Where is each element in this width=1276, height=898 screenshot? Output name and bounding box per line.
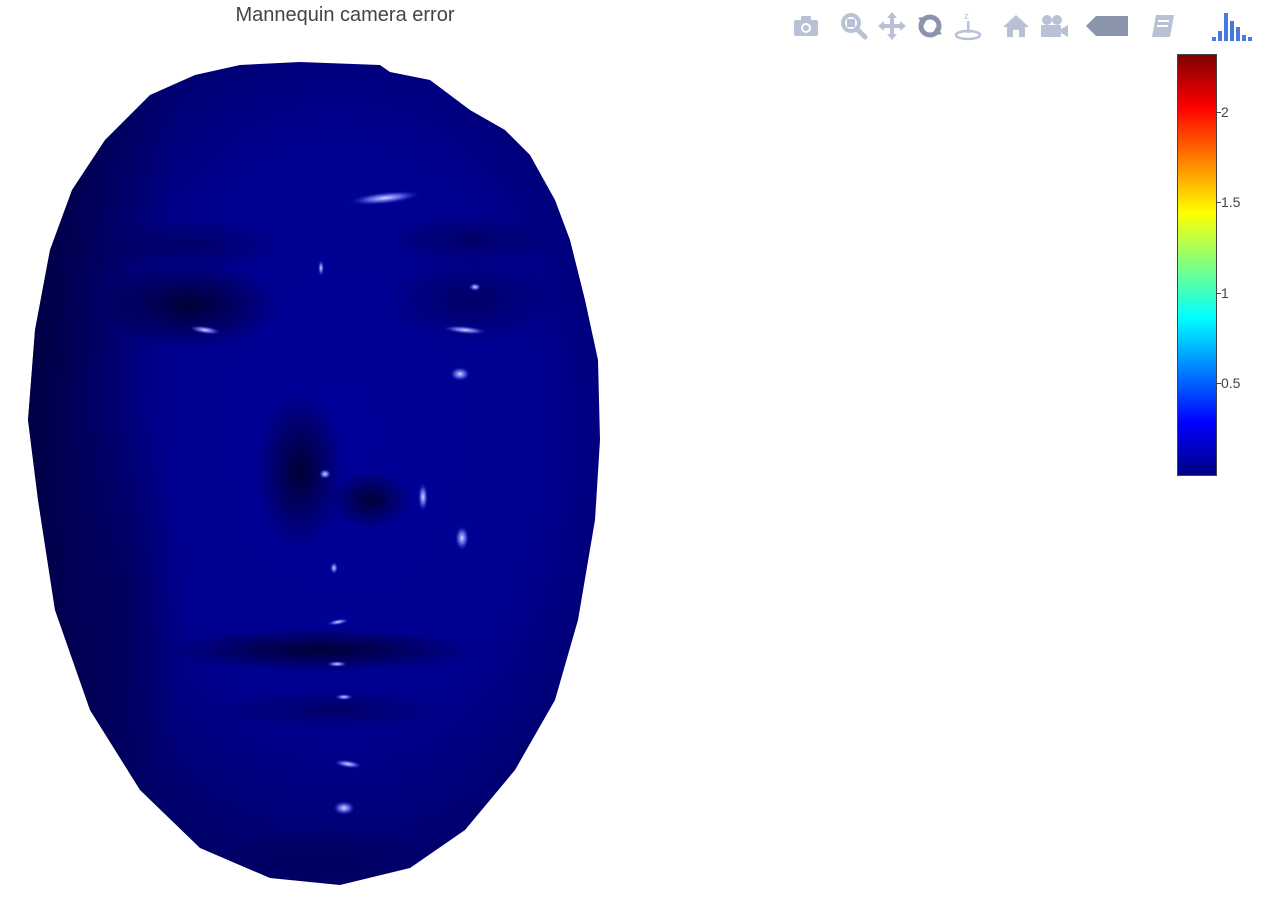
orbit-icon: [918, 14, 942, 38]
edit-chart-studio-button[interactable]: [1146, 9, 1178, 43]
toggle-hover-button[interactable]: [1086, 9, 1130, 43]
orbit-rotation-button[interactable]: [914, 9, 946, 43]
tag-icon: [1086, 16, 1128, 36]
home-icon: [1003, 15, 1029, 37]
plotly-logo-button[interactable]: [1210, 9, 1256, 43]
modebar: z: [790, 8, 1262, 44]
turntable-icon: z: [954, 12, 982, 41]
colorbar-tick-label: 0.5: [1221, 375, 1241, 392]
surface-plot[interactable]: [0, 40, 690, 893]
reset-camera-last-button[interactable]: [1038, 9, 1070, 43]
colorbar: 0.5 1 1.5 2: [1177, 54, 1240, 476]
zoom-icon: [841, 13, 868, 40]
video-camera-icon: [1041, 15, 1068, 37]
notebook-icon: [1152, 15, 1174, 37]
plotly-logo-icon: [1212, 13, 1252, 41]
pan-button[interactable]: [876, 9, 908, 43]
colorbar-tick-label: 1: [1221, 284, 1229, 301]
colorbar-tick-label: 2: [1221, 103, 1229, 120]
pan-icon: [878, 12, 906, 40]
reset-camera-default-button[interactable]: [1000, 9, 1032, 43]
chart-title: Mannequin camera error: [235, 4, 455, 26]
svg-text:z: z: [964, 12, 969, 22]
download-plot-button[interactable]: [790, 9, 822, 43]
zoom-button[interactable]: [838, 9, 870, 43]
colorbar-gradient: [1177, 54, 1217, 476]
colorbar-tick-label: 1.5: [1221, 194, 1241, 211]
camera-icon: [794, 16, 818, 36]
turntable-rotation-button[interactable]: z: [952, 9, 984, 43]
face-surface[interactable]: [0, 40, 690, 893]
